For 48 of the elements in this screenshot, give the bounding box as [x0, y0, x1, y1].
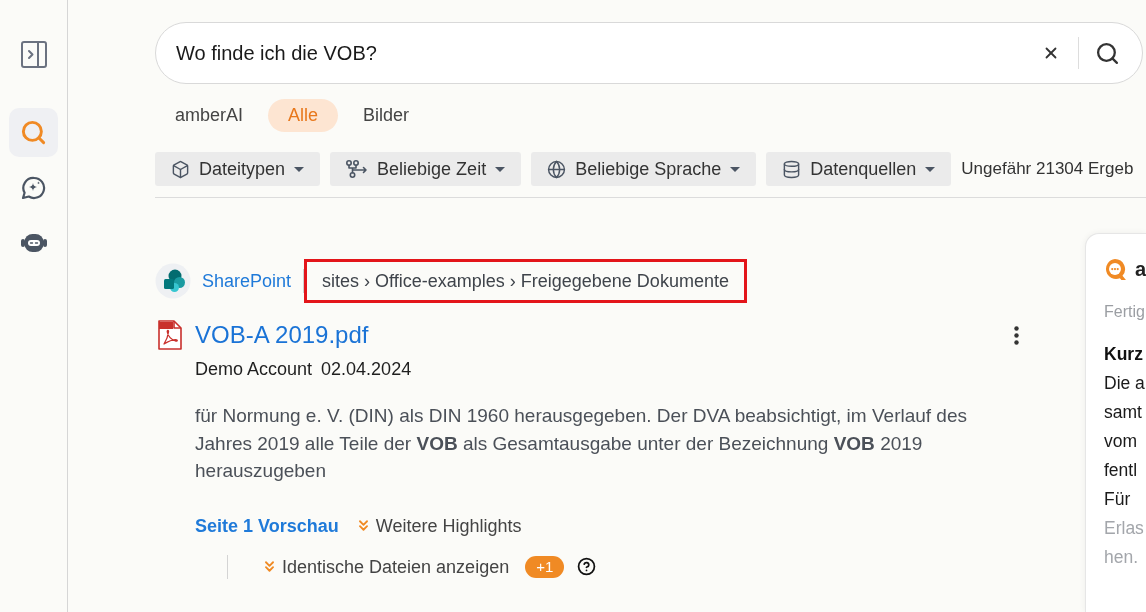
- page-preview-link[interactable]: Seite 1 Vorschau: [195, 512, 339, 539]
- caret-icon: [294, 166, 305, 172]
- vertical-dots-icon: [1013, 325, 1019, 345]
- search-icon: [1094, 40, 1120, 66]
- more-highlights-button[interactable]: Weitere Highlights: [354, 512, 522, 539]
- search-bar[interactable]: Wo finde ich die VOB?: [155, 22, 1143, 84]
- search-input[interactable]: Wo finde ich die VOB?: [176, 38, 1039, 68]
- caret-icon: [730, 166, 741, 172]
- ai-answer-line: hen.: [1104, 546, 1140, 570]
- source-link[interactable]: SharePoint: [202, 267, 292, 295]
- tab[interactable]: Bilder: [343, 99, 430, 132]
- result-count: Ungefähr 21304 Ergeb: [961, 158, 1134, 181]
- filter-dropdown[interactable]: Dateitypen: [155, 152, 321, 186]
- result-title-link[interactable]: VOB-A 2019.pdf: [195, 320, 369, 350]
- ai-answer-line: Die a: [1104, 372, 1146, 396]
- database-icon: [782, 159, 802, 179]
- sharepoint-logo-icon: [155, 263, 191, 299]
- pdf-file-icon: [158, 320, 182, 350]
- caret-icon: [925, 166, 936, 172]
- cube-icon: [171, 159, 190, 179]
- help-icon: [577, 557, 597, 576]
- filter-dropdown[interactable]: Datenquellen: [766, 152, 952, 186]
- author-name: Demo Account: [195, 358, 313, 381]
- globe-icon: [547, 159, 567, 179]
- ai-answer-line: fentl: [1104, 459, 1139, 483]
- tab[interactable]: amberAI: [155, 99, 264, 132]
- ai-panel-title: a: [1134, 257, 1146, 282]
- sidebar-toggle-icon: [20, 40, 47, 68]
- nodes-icon: [346, 160, 369, 178]
- ai-status: Fertig: [1104, 302, 1146, 322]
- chat-sparkle-icon: [20, 175, 47, 200]
- breadcrumb-path: sites › Office-examples › Freigegebene Dokumente: [304, 259, 747, 303]
- modified-date: 02.04.2024: [321, 358, 412, 381]
- ai-answer-line: vom: [1104, 430, 1139, 454]
- sidebar-toggle-button[interactable]: [18, 39, 49, 69]
- ai-answer-line: Erlas: [1104, 517, 1145, 541]
- ai-answer-line: samt: [1104, 401, 1143, 425]
- filter-dropdown[interactable]: Beliebige Sprache: [531, 152, 757, 186]
- search-icon: [20, 119, 47, 146]
- caret-icon: [495, 166, 506, 172]
- chat-search-logo-icon: [1104, 256, 1127, 282]
- ai-answer-line: Für: [1104, 488, 1132, 512]
- count-badge: +1: [525, 555, 565, 578]
- filter-dropdown[interactable]: Beliebige Zeit: [330, 152, 522, 186]
- robot-icon: [19, 231, 48, 254]
- ai-answer-heading: Kurz: [1104, 343, 1144, 366]
- result-snippet: für Normung e. V. (DIN) als DIN 1960 herausgegeben. Der DVA beabsichtigt, im Verlauf des Jahres 2019 alle Teile der VOB als Gesamtausgabe unter der Bezeichnung VOB 2019 herauszugeben: [194, 404, 968, 483]
- identical-files-button[interactable]: Identische Dateien anzeigen: [261, 553, 510, 580]
